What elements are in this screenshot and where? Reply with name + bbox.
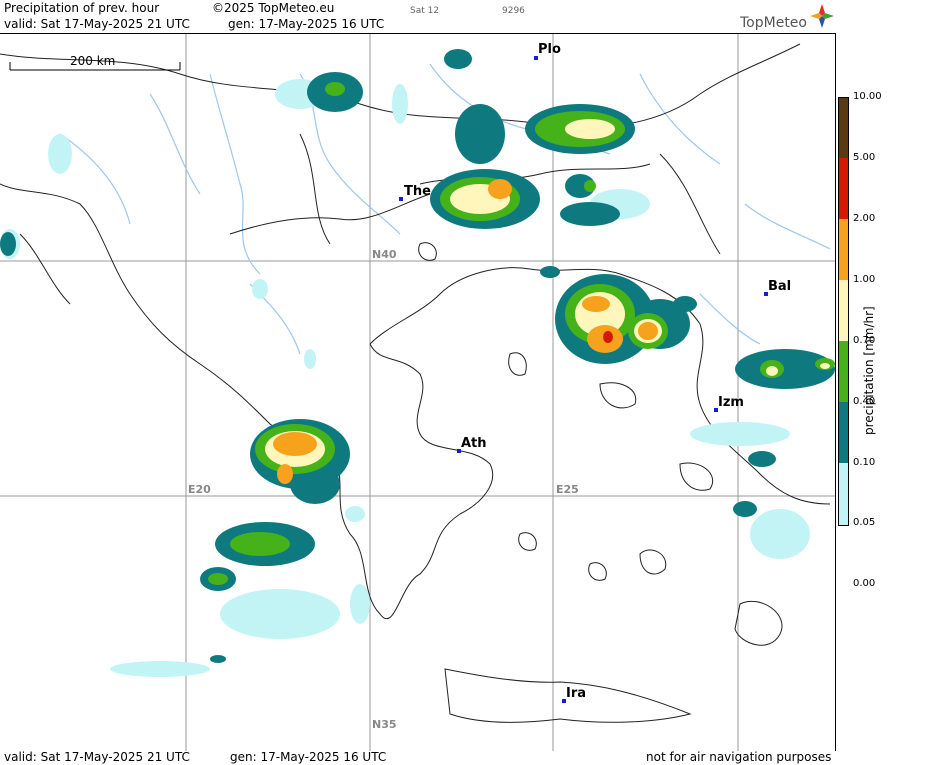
city-label-izm: Izm [718,395,744,410]
city-label-bal: Bal [768,279,792,294]
legend-title: precipitation [mm/hr] [862,306,876,435]
city-label-plo: Plo [538,42,561,57]
legend-swatch-green [839,341,848,402]
precipitation-map[interactable]: 200 km N40 N35 E20 E25 Plo The Bal Izm A… [0,33,836,751]
legend-tick: 0.00 [853,578,876,589]
city-label-ira: Ira [566,686,587,701]
legend-tick: 2.00 [853,213,876,224]
lat-label-n35: N35 [372,718,397,731]
legend-swatch-brown [839,98,848,158]
satellite-label: Sat 12 [410,6,440,16]
lat-label-n40: N40 [372,248,397,261]
legend-tick: 5.00 [853,152,876,163]
copyright-text: ©2025 TopMeteo.eu [212,1,335,15]
legend-swatch-orange [839,219,848,280]
legend-tick: 10.00 [853,91,882,102]
legend-tick: 0.05 [853,517,876,528]
generated-time: gen: 17-May-2025 16 UTC [228,17,385,31]
map-canvas [0,34,835,751]
product-code: 9296 [502,6,525,16]
legend-swatch-red [839,158,848,219]
brand-name: TopMeteo [740,15,807,31]
legend-tick: 1.00 [853,274,876,285]
legend-tick: 0.10 [853,457,876,468]
precip-areas [0,49,835,677]
city-label-the: The [404,184,431,199]
valid-time: valid: Sat 17-May-2025 21 UTC [4,17,190,31]
footer-valid-time: valid: Sat 17-May-2025 21 UTC [4,750,190,764]
lon-label-e25: E25 [556,483,579,496]
city-label-ath: Ath [461,436,487,451]
footer-generated-time: gen: 17-May-2025 16 UTC [230,750,387,764]
scale-label: 200 km [70,54,116,68]
lon-label-e20: E20 [188,483,211,496]
legend-color-bar [838,97,849,526]
graticule [0,34,835,751]
legend-swatch-teal [839,402,848,463]
legend-swatch-yellow [839,280,848,341]
coastlines [0,43,831,619]
footer-notice: not for air navigation purposes [646,750,832,764]
legend-swatch-cyan [839,463,848,525]
map-title: Precipitation of prev. hour [4,1,160,15]
